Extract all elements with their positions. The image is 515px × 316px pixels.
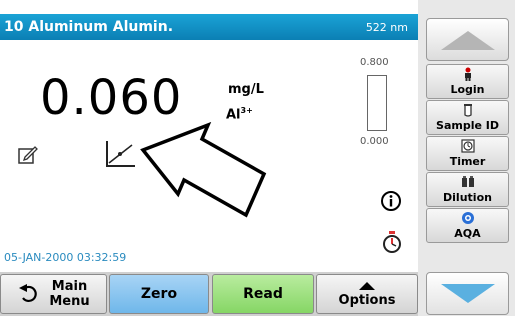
main-menu-line2: Menu	[49, 294, 90, 309]
pointer-arrow-icon	[140, 122, 267, 218]
read-button[interactable]: Read	[212, 274, 314, 314]
main-menu-line1: Main	[51, 279, 88, 294]
person-icon	[464, 67, 471, 81]
scroll-down-button[interactable]	[426, 272, 509, 315]
chemical-form-base: Al	[226, 107, 241, 123]
measurement-unit: mg/L	[228, 82, 264, 97]
wavelength-label: 522 nm	[365, 20, 408, 34]
back-arrow-icon	[19, 284, 38, 303]
aqa-button[interactable]: AQA	[426, 208, 509, 243]
options-button[interactable]: Options	[316, 274, 418, 314]
options-label: Options	[338, 292, 396, 308]
measurement-value: 0.060	[40, 70, 183, 126]
login-button[interactable]: Login	[426, 64, 509, 99]
chemical-form[interactable]: Al3+	[226, 106, 253, 122]
aqa-label: AQA	[454, 227, 481, 240]
main-menu-label: Main Menu	[49, 279, 89, 309]
sample-id-button[interactable]: Sample ID	[426, 100, 509, 135]
options-up-arrow-icon	[359, 281, 375, 290]
instrument-screen: 10 Aluminum Alumin. 522 nm 0.060 mg/L Al…	[0, 0, 515, 316]
scale-min-label: 0.000	[360, 136, 389, 147]
edit-icon[interactable]	[17, 143, 39, 165]
up-arrow-icon	[440, 30, 495, 50]
dilution-icon	[461, 176, 474, 187]
sample-id-label: Sample ID	[436, 119, 499, 132]
timer-icon	[460, 139, 475, 153]
login-label: Login	[450, 83, 485, 96]
measurement-area: 0.060 mg/L Al3+ 0.800 0.000 05-JAN-2000 …	[0, 40, 418, 272]
scale-max-label: 0.800	[360, 57, 389, 68]
stopwatch-icon[interactable]	[381, 230, 403, 254]
title-bar: 10 Aluminum Alumin. 522 nm	[0, 14, 418, 40]
info-icon[interactable]	[380, 190, 402, 212]
calibration-curve-icon[interactable]	[104, 139, 138, 169]
program-title: 10 Aluminum Alumin.	[4, 19, 174, 35]
vial-icon	[463, 104, 472, 117]
aqa-icon	[461, 212, 474, 224]
timer-button[interactable]: Timer	[426, 136, 509, 171]
read-label: Read	[243, 286, 283, 302]
dilution-button[interactable]: Dilution	[426, 172, 509, 207]
scale-bar	[367, 75, 387, 131]
scroll-up-button[interactable]	[426, 18, 509, 61]
down-arrow-icon	[440, 283, 495, 303]
main-menu-button[interactable]: Main Menu	[0, 274, 107, 314]
zero-label: Zero	[140, 286, 178, 302]
timer-label: Timer	[449, 155, 486, 168]
date-time: 05-JAN-2000 03:32:59	[4, 251, 127, 264]
chemical-form-charge: 3+	[240, 106, 253, 115]
dilution-label: Dilution	[443, 191, 492, 204]
zero-button[interactable]: Zero	[109, 274, 209, 314]
